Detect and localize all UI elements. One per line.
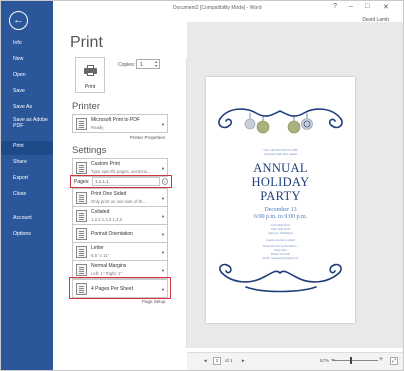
paper-size-icon [76, 246, 87, 258]
orientation-dropdown[interactable]: Portrait Orientation ▼ [72, 224, 168, 243]
copies-value: 1 [140, 62, 143, 68]
zoom-to-page-icon[interactable]: ⤢ [390, 357, 398, 365]
collation-dropdown[interactable]: Collated 1,2,3 1,2,3 1,2,3 ▼ [72, 206, 168, 225]
preview-status-bar: ◄ 1 of 1 ► 57% – + ⤢ [187, 352, 403, 370]
party-title-1: ANNUAL [253, 161, 308, 175]
sides-hint: Only print on one side of th... [91, 199, 146, 204]
copies-input[interactable]: 1 ▲ ▼ [136, 59, 160, 69]
orientation-value: Portrait Orientation [91, 231, 133, 237]
paper-size-dropdown[interactable]: Letter 8.5" x 11" ▼ [72, 242, 168, 261]
close-icon[interactable]: ✕ [383, 3, 389, 11]
next-page-icon[interactable]: ► [241, 358, 245, 363]
current-page-input[interactable]: 1 [213, 357, 221, 365]
sidebar-item-options[interactable]: Options [1, 229, 53, 243]
minimize-icon[interactable]: – [349, 3, 353, 10]
printer-status: Ready [91, 125, 104, 130]
printer-device-icon [76, 118, 87, 130]
document-icon [76, 162, 87, 174]
party-time: 6:00 p.m. to 9:00 p.m. [253, 214, 308, 220]
sidebar-item-share[interactable]: Share [1, 157, 53, 171]
chevron-down-icon: ▼ [161, 250, 165, 255]
rsvp-line-5: Email: someone@example.com [262, 257, 299, 260]
margins-hint: Left: 1" Right: 1" [91, 271, 122, 276]
sidebar-item-export[interactable]: Export [1, 173, 53, 187]
zoom-in-icon[interactable]: + [379, 356, 383, 363]
collation-value: Collated [91, 209, 110, 215]
party-title-3: PARTY [260, 189, 301, 203]
settings-heading: Settings [72, 145, 107, 156]
zoom-slider-thumb[interactable] [350, 357, 353, 364]
chevron-down-icon: ▼ [161, 214, 165, 219]
collated-icon [76, 210, 87, 222]
backstage-sidebar: ← Info New Open Save Save As Save as Ado… [1, 1, 53, 370]
title-bar: Document2 [Compatibility Mode] - Word ? … [53, 0, 403, 23]
invite-line-2: Company Name Here Annual [263, 153, 298, 156]
sidebar-item-save[interactable]: Save [1, 86, 53, 100]
print-range-value: Custom Print [91, 161, 120, 167]
page-count: of 1 [225, 358, 233, 363]
printer-properties-link[interactable]: Printer Properties [130, 135, 165, 140]
pages-per-sheet-highlight [69, 277, 171, 299]
one-sided-icon [76, 192, 87, 204]
copies-label: Copies: [118, 62, 135, 68]
printer-name: Microsoft Print to PDF [91, 117, 140, 123]
page-setup-link[interactable]: Page Setup [142, 299, 166, 304]
print-range-hint: Type specific pages, sections... [91, 169, 151, 174]
rsvp-line-1: Guests welcome to attend [266, 239, 295, 242]
help-icon[interactable]: ? [333, 3, 337, 10]
chevron-down-icon: ▼ [161, 232, 165, 237]
sidebar-item-save-as-pdf[interactable]: Save as Adobe PDF [1, 117, 53, 134]
printer-dropdown[interactable]: Microsoft Print to PDF Ready ▼ [72, 114, 168, 133]
margins-icon [76, 264, 87, 276]
sidebar-item-close[interactable]: Close [1, 189, 53, 203]
document-title: Document2 [Compatibility Mode] - Word [173, 5, 262, 11]
party-title-2: HOLIDAY [251, 175, 310, 189]
print-button-label: Print [84, 84, 96, 90]
collation-hint: 1,2,3 1,2,3 1,2,3 [91, 217, 123, 222]
sidebar-item-new[interactable]: New [1, 54, 53, 68]
previous-page-icon[interactable]: ◄ [203, 358, 207, 363]
zoom-slider[interactable] [332, 360, 378, 361]
copies-spinner-icon[interactable]: ▲ ▼ [155, 60, 158, 68]
portrait-icon [76, 228, 87, 240]
party-date: December 13 [264, 207, 297, 213]
sidebar-item-save-as[interactable]: Save As [1, 102, 53, 116]
chevron-down-icon: ▼ [161, 166, 165, 171]
margins-value: Normal Margins [91, 263, 127, 269]
back-arrow-icon[interactable]: ← [9, 11, 28, 30]
page-title: Print [70, 34, 103, 51]
print-button[interactable]: Print [75, 57, 105, 93]
preview-page: YOU ARE INVITED TO THE Company Name Here… [206, 77, 355, 323]
zoom-level: 57% [320, 358, 330, 363]
paper-size-value: Letter [91, 245, 104, 251]
sidebar-item-info[interactable]: Info [1, 38, 53, 52]
paper-size-hint: 8.5" x 11" [91, 253, 110, 258]
chevron-down-icon: ▼ [161, 122, 165, 127]
sidebar-item-print[interactable]: Print [1, 141, 53, 155]
chevron-down-icon: ▼ [161, 196, 165, 201]
address-line-3: Anytown, Washington [267, 232, 294, 235]
sides-dropdown[interactable]: Print One Sided Only print on one side o… [72, 188, 168, 207]
chevron-down-icon: ▼ [161, 268, 165, 273]
pages-highlight [70, 175, 172, 188]
sidebar-item-account[interactable]: Account [1, 213, 53, 227]
printer-icon [84, 65, 97, 76]
sides-value: Print One Sided [91, 191, 127, 197]
printer-heading: Printer [72, 101, 100, 112]
sidebar-item-open[interactable]: Open [1, 70, 53, 84]
maximize-icon[interactable]: □ [365, 3, 369, 10]
